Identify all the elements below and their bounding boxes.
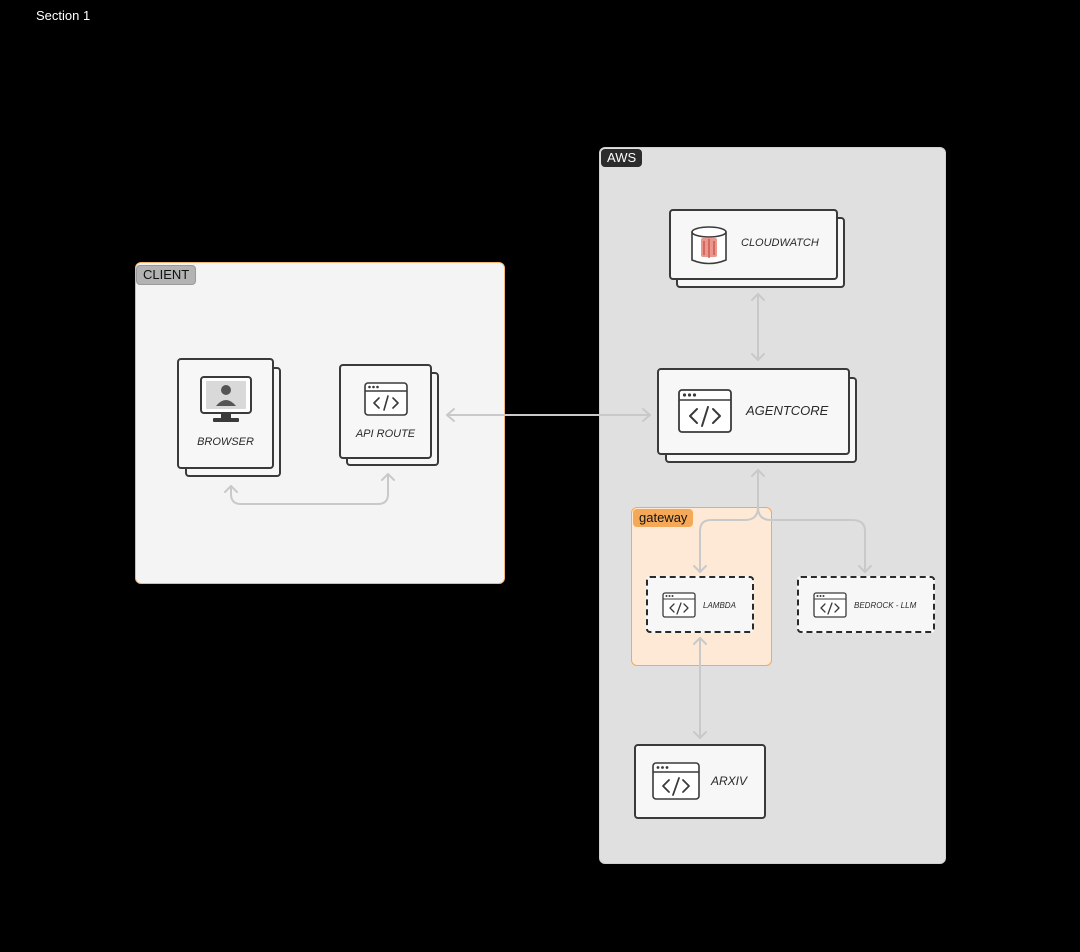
browser-node[interactable]: BROWSER xyxy=(177,358,283,478)
code-window-icon xyxy=(652,762,700,800)
connector-browser-api xyxy=(230,473,389,505)
lambda-label: LAMBDA xyxy=(703,601,736,610)
cloudwatch-label: CLOUDWATCH xyxy=(741,237,819,249)
lambda-node[interactable]: LAMBDA xyxy=(646,576,754,633)
api-route-node[interactable]: API ROUTE xyxy=(339,364,441,468)
arxiv-node[interactable]: ARXIV xyxy=(634,744,766,819)
code-window-icon xyxy=(364,382,408,416)
connector-agentcore-bedrock xyxy=(757,506,866,573)
diagram-canvas: Section 1 CLIENT AWS gateway BROWSER API… xyxy=(0,0,1080,952)
bedrock-llm-label: BEDROCK - LLM xyxy=(854,601,917,610)
arxiv-label: ARXIV xyxy=(711,774,748,788)
cloudwatch-node[interactable]: CLOUDWATCH xyxy=(669,209,846,289)
database-cylinder-icon xyxy=(691,226,727,265)
desktop-user-icon xyxy=(200,376,252,422)
bedrock-llm-node[interactable]: BEDROCK - LLM xyxy=(797,576,935,633)
code-window-icon xyxy=(662,592,696,618)
connector-agentcore-lambda xyxy=(699,506,759,573)
browser-label: BROWSER xyxy=(197,436,254,448)
code-window-icon xyxy=(678,389,732,433)
api-route-label: API ROUTE xyxy=(355,428,416,440)
connectors-layer xyxy=(224,293,872,739)
code-window-icon xyxy=(813,592,847,618)
agentcore-label: AGENTCORE xyxy=(746,403,829,418)
agentcore-node[interactable]: AGENTCORE xyxy=(657,368,859,464)
